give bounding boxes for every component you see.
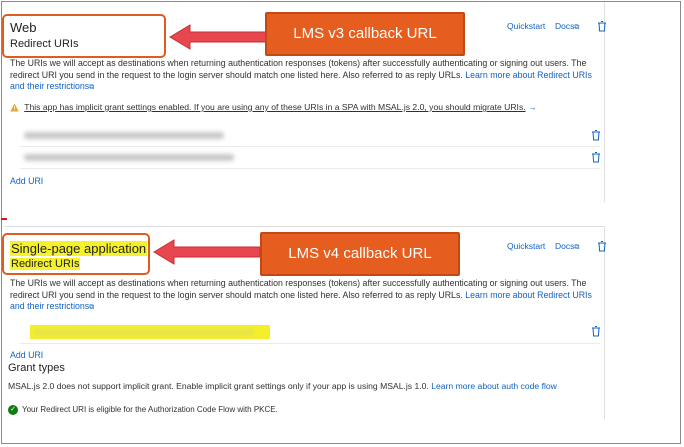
lms-v3-callout: LMS v3 callback URL: [265, 12, 465, 56]
grant-types-description: MSAL.js 2.0 does not support implicit gr…: [8, 381, 557, 391]
external-link-icon: ⧉: [89, 84, 95, 91]
warning-arrow[interactable]: →: [528, 102, 537, 112]
docs-label: Docs: [555, 21, 575, 31]
add-uri-link[interactable]: Add URI: [10, 176, 43, 186]
grant-desc-text: MSAL.js 2.0 does not support implicit gr…: [8, 381, 429, 391]
check-circle-icon: ✓: [8, 405, 18, 415]
implicit-grant-warning: This app has implicit grant settings ena…: [10, 102, 537, 112]
external-link-icon: ⧉: [89, 304, 95, 311]
web-callout-box: [2, 14, 166, 58]
warning-text[interactable]: This app has implicit grant settings ena…: [24, 102, 525, 112]
warning-icon: [10, 103, 19, 112]
trash-icon[interactable]: [590, 151, 602, 163]
docs-label: Docs: [555, 241, 575, 251]
arrow-left-icon: [169, 24, 267, 50]
spa-description: The URIs we will accept as destinations …: [10, 278, 600, 314]
divider-mark: [1, 218, 7, 220]
pkce-text: Your Redirect URI is eligible for the Au…: [22, 405, 278, 415]
lms-v4-callout: LMS v4 callback URL: [260, 232, 460, 276]
arrow-left-icon: [153, 239, 261, 265]
add-uri-link[interactable]: Add URI: [10, 350, 43, 360]
redirect-uri-value-redacted: [34, 329, 254, 336]
trash-icon[interactable]: [596, 240, 608, 252]
pkce-eligibility-status: ✓ Your Redirect URI is eligible for the A…: [8, 405, 278, 415]
trash-icon[interactable]: [590, 129, 602, 141]
grant-types-title: Grant types: [8, 362, 65, 374]
docs-link[interactable]: Docs⧉: [555, 241, 579, 252]
spa-redirect-uri-row[interactable]: [20, 321, 600, 344]
trash-icon[interactable]: [590, 325, 602, 337]
external-link-icon: ⧉: [574, 24, 580, 31]
quickstart-link[interactable]: Quickstart: [507, 21, 545, 31]
docs-link[interactable]: Docs⧉: [555, 21, 579, 32]
redirect-uri-row[interactable]: [20, 126, 600, 147]
web-description: The URIs we will accept as destinations …: [10, 58, 600, 94]
redirect-uri-value-redacted: [24, 132, 224, 139]
trash-icon[interactable]: [596, 20, 608, 32]
external-link-icon: ⧉: [574, 244, 580, 251]
auth-code-flow-link[interactable]: Learn more about auth code flow: [431, 381, 557, 391]
redirect-uri-row[interactable]: [20, 148, 600, 169]
quickstart-link[interactable]: Quickstart: [507, 241, 545, 251]
redirect-uri-value-redacted: [24, 154, 234, 161]
spa-callout-box: [2, 233, 150, 275]
